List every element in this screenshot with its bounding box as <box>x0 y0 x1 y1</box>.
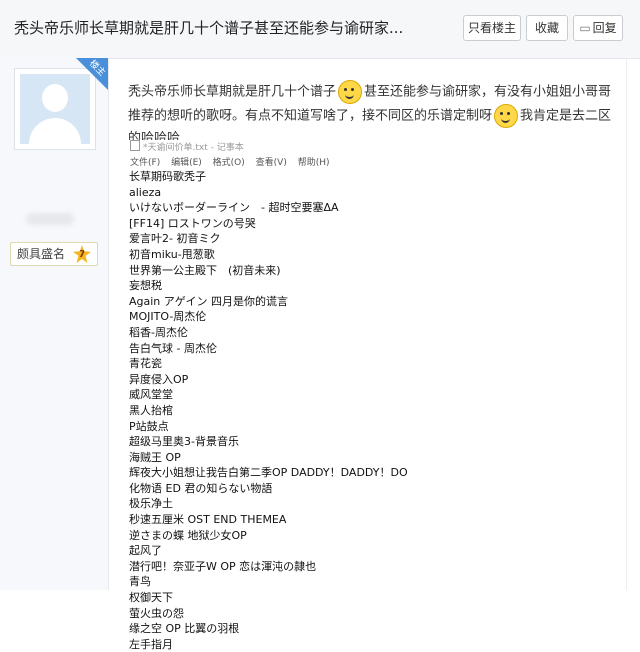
menu-format: 格式(O) <box>212 158 245 168</box>
song-line: 缘之空 OP 比翼の羽根 <box>129 622 240 636</box>
menu-edit: 编辑(E) <box>171 158 202 168</box>
notepad-title: *天谕间价单.txt - 记事本 <box>143 143 244 153</box>
song-line: 稻香-周杰伦 <box>129 325 188 339</box>
song-line: 化物语 ED 君の知らない物語 <box>129 481 273 495</box>
song-line: 秒速五厘米 OST END THEMEA <box>129 513 287 527</box>
song-line: 潜行吧！奈亚子W OP 恋は渾沌の隷也 <box>129 559 317 573</box>
user-title-badge[interactable]: 颇具盛名 7 <box>10 242 98 266</box>
song-line: 妄想税 <box>129 279 162 293</box>
song-line: 黑人抬棺 <box>129 403 173 417</box>
notepad-titlebar: *天谕间价单.txt - 记事本 <box>130 140 244 153</box>
level-star-icon: 7 <box>73 245 91 263</box>
song-line: MOJITO-周杰伦 <box>129 310 207 324</box>
song-line: 爱言叶2- 初音ミク <box>129 232 221 246</box>
song-line: 权御天下 <box>129 591 173 605</box>
song-line: P站鼓点 <box>129 419 169 433</box>
song-line: いけないボーダーライン - 超时空要塞ΔA <box>129 201 339 215</box>
song-line: 长草期码歌秃子 <box>129 170 206 183</box>
user-title-label: 颇具盛名 <box>17 247 66 261</box>
author-sidebar: 楼主 颇具盛名 7 <box>0 58 109 590</box>
menu-help: 帮助(H) <box>297 158 330 168</box>
reply-button[interactable]: ▭ 回复 <box>573 15 623 41</box>
favorite-button[interactable]: 收藏 <box>526 15 568 41</box>
song-line: alieza <box>129 185 162 199</box>
song-line: [FF14] ロストワンの号哭 <box>129 216 256 230</box>
laugh-emoji-icon <box>494 104 519 128</box>
speech-bubble-icon: ▭ <box>579 21 591 35</box>
song-list: 长草期码歌秃子 alieza いけないボーダーライン - 超时空要塞ΔA [FF14]… <box>129 169 408 652</box>
song-line: Again アゲイン 四月是你的谎言 <box>129 294 289 308</box>
reply-label: 回复 <box>592 21 617 35</box>
username-blurred[interactable] <box>26 213 74 225</box>
song-line: 威风堂堂 <box>129 388 173 402</box>
thread-title: 秃头帝乐师长草期就是肝几十个谱子甚至还能参与谕研家... <box>14 19 404 37</box>
song-line: 青鸟 <box>129 575 151 589</box>
song-line: 超级马里奥3-背景音乐 <box>129 435 239 449</box>
menu-file: 文件(F) <box>130 158 161 168</box>
song-line: 左手指月 <box>129 637 173 651</box>
song-line: 告白气球 - 周杰伦 <box>129 341 217 355</box>
song-line: 起风了 <box>129 544 162 558</box>
song-line: 逆さまの蝶 地狱少女OP <box>129 528 247 542</box>
song-line: 青花瓷 <box>129 357 162 371</box>
song-line: 初音miku-甩葱歌 <box>129 247 215 261</box>
song-line: 异度侵入OP <box>129 372 189 386</box>
notepad-menubar: 文件(F) 编辑(E) 格式(O) 查看(V) 帮助(H) <box>130 155 338 168</box>
menu-view: 查看(V) <box>255 158 287 168</box>
song-line: 海贼王 OP <box>129 450 181 464</box>
song-line: 极乐净土 <box>129 497 173 511</box>
smile-emoji-icon <box>338 80 363 104</box>
post-text-1: 秃头帝乐师长草期就是肝几十个谱子 <box>128 84 337 100</box>
thread-header: 秃头帝乐师长草期就是肝几十个谱子甚至还能参与谕研家... 只看楼主 收藏 ▭ 回复 <box>0 0 640 59</box>
song-line: 萤火虫の怨 <box>129 606 184 620</box>
divider <box>626 58 627 590</box>
notepad-screenshot: *天谕间价单.txt - 记事本 文件(F) 编辑(E) 格式(O) 查看(V)… <box>128 140 408 651</box>
notepad-icon <box>130 140 140 151</box>
only-op-button[interactable]: 只看楼主 <box>463 15 521 41</box>
op-corner-badge: 楼主 <box>76 58 108 90</box>
song-line: 世界第一公主殿下 (初音未来) <box>129 263 281 277</box>
song-line: 辉夜大小姐想让我告白第二季OP DADDY！DADDY！DO <box>129 466 408 480</box>
